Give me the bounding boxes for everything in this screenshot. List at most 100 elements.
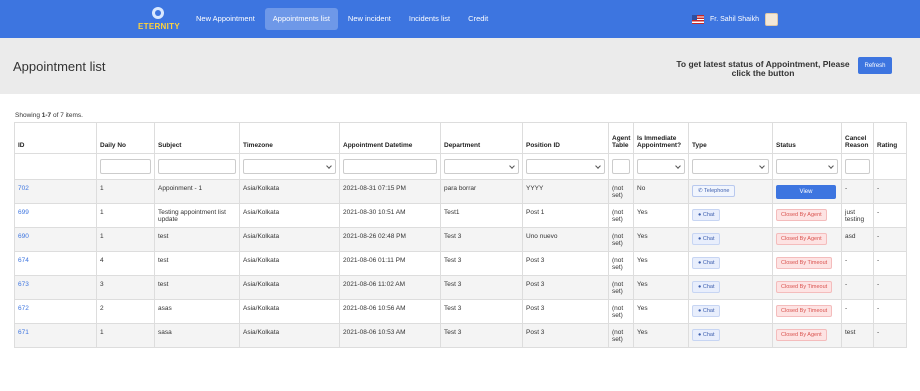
department-filter-select[interactable] <box>444 159 519 174</box>
type-cell: ✆ Telephone <box>688 179 773 204</box>
immediate-cell: Yes <box>633 203 689 228</box>
refresh-button[interactable]: Refresh <box>858 57 892 74</box>
col-id[interactable]: ID <box>14 122 97 154</box>
immediate-cell: Yes <box>633 299 689 324</box>
cancel-reason-cell: - <box>841 179 874 204</box>
filter-cell-cancel-reason <box>841 153 874 180</box>
subject-cell: Testing appointment list update <box>154 203 240 228</box>
filter-cell-position <box>522 153 609 180</box>
datetime-filter-input[interactable] <box>343 159 437 174</box>
subject-cell: asas <box>154 299 240 324</box>
timezone-cell: Asia/Kolkata <box>239 299 340 324</box>
filter-cell-datetime <box>339 153 441 180</box>
timezone-filter-select[interactable] <box>243 159 336 174</box>
datetime-cell: 2021-08-06 11:02 AM <box>339 275 441 300</box>
daily-no-filter-input[interactable] <box>100 159 151 174</box>
appointment-id-link[interactable]: 672 <box>18 305 29 312</box>
filter-cell-type <box>688 153 773 180</box>
status-badge: Closed By Timeout <box>776 257 833 269</box>
immediate-filter-select[interactable] <box>637 159 685 174</box>
department-cell: Test 3 <box>440 299 523 324</box>
col-position-id[interactable]: Position ID <box>522 122 609 154</box>
filter-cell-agent <box>608 153 634 180</box>
position-cell: Post 3 <box>522 275 609 300</box>
status-filter-select[interactable] <box>776 159 838 174</box>
status-cell: Closed By Agent <box>772 227 842 252</box>
appointment-id-link[interactable]: 690 <box>18 233 29 240</box>
cancel-reason-cell: test <box>841 323 874 348</box>
datetime-cell: 2021-08-31 07:15 PM <box>339 179 441 204</box>
filter-cell-id <box>14 153 97 180</box>
id-cell: 690 <box>14 227 97 252</box>
col-cancel-reason[interactable]: Cancel Reason <box>841 122 874 154</box>
type-label: Telephone <box>704 188 730 194</box>
cancel-reason-cell: just testing <box>841 203 874 228</box>
nav-new-appointment[interactable]: New Appointment <box>188 8 263 30</box>
col-subject[interactable]: Subject <box>154 122 240 154</box>
appointment-id-link[interactable]: 699 <box>18 209 29 216</box>
rating-cell: - <box>873 203 907 228</box>
appointment-id-link[interactable]: 673 <box>18 281 29 288</box>
type-badge: ● Chat <box>692 233 721 245</box>
agent-filter-input[interactable] <box>612 159 630 174</box>
summary-range: 1-7 <box>41 112 52 119</box>
appointment-id-link[interactable]: 674 <box>18 257 29 264</box>
daily-no-cell: 4 <box>96 251 155 276</box>
department-cell: Test 3 <box>440 275 523 300</box>
department-cell: Test 3 <box>440 251 523 276</box>
col-type[interactable]: Type <box>688 122 773 154</box>
rating-cell: - <box>873 251 907 276</box>
page-title: Appointment list <box>13 59 106 74</box>
top-navbar: ETERNITY New Appointment Appointments li… <box>0 0 920 38</box>
col-department[interactable]: Department <box>440 122 523 154</box>
chat-bubble-icon: ● <box>698 260 702 266</box>
nav-appointments-list[interactable]: Appointments list <box>264 8 338 30</box>
agent-cell: (not set) <box>608 251 634 276</box>
department-cell: para borrar <box>440 179 523 204</box>
cancel-reason-filter-input[interactable] <box>845 159 870 174</box>
daily-no-cell: 1 <box>96 203 155 228</box>
department-cell: Test1 <box>440 203 523 228</box>
type-filter-select[interactable] <box>692 159 769 174</box>
appointment-id-link[interactable]: 702 <box>18 185 29 192</box>
nav-incidents-list[interactable]: Incidents list <box>401 8 458 30</box>
datetime-cell: 2021-08-30 10:51 AM <box>339 203 441 228</box>
col-timezone[interactable]: Timezone <box>239 122 340 154</box>
type-label: Chat <box>702 260 715 266</box>
cancel-reason-cell: - <box>841 299 874 324</box>
filter-row <box>14 153 907 180</box>
table-row: 672 2 asas Asia/Kolkata 2021-08-06 10:56… <box>14 299 907 324</box>
position-filter-select[interactable] <box>526 159 605 174</box>
nav-new-incident[interactable]: New incident <box>340 8 399 30</box>
col-appointment-datetime[interactable]: Appointment Datetime <box>339 122 441 154</box>
user-menu[interactable]: Fr. Sahil Shaikh <box>691 13 778 26</box>
us-flag-icon[interactable] <box>691 15 704 24</box>
nav-credit[interactable]: Credit <box>460 8 496 30</box>
chat-bubble-icon: ● <box>698 332 702 338</box>
agent-cell: (not set) <box>608 227 634 252</box>
brand-logo[interactable]: ETERNITY <box>138 6 180 34</box>
status-cell: Closed By Timeout <box>772 251 842 276</box>
subject-cell: sasa <box>154 323 240 348</box>
filter-cell-status <box>772 153 842 180</box>
daily-no-cell: 2 <box>96 299 155 324</box>
view-button[interactable]: View <box>776 185 836 199</box>
col-agent-table[interactable]: Agent Table <box>608 122 634 154</box>
refresh-message: To get latest status of Appointment, Ple… <box>676 59 850 78</box>
col-status[interactable]: Status <box>772 122 842 154</box>
status-cell: Closed By Agent <box>772 203 842 228</box>
col-rating[interactable]: Rating <box>873 122 907 154</box>
subject-filter-input[interactable] <box>158 159 236 174</box>
chat-bubble-icon: ● <box>698 236 702 242</box>
results-summary: Showing 1-7 of 7 items. <box>15 112 83 119</box>
table-row: 699 1 Testing appointment list update As… <box>14 203 907 228</box>
user-name[interactable]: Fr. Sahil Shaikh <box>710 16 759 23</box>
avatar[interactable] <box>765 13 778 26</box>
type-label: Chat <box>702 212 715 218</box>
appointment-id-link[interactable]: 671 <box>18 329 29 336</box>
col-is-immediate[interactable]: Is Immediate Appointment? <box>633 122 689 154</box>
timezone-cell: Asia/Kolkata <box>239 203 340 228</box>
col-daily-no[interactable]: Daily No <box>96 122 155 154</box>
type-badge: ✆ Telephone <box>692 185 736 197</box>
timezone-cell: Asia/Kolkata <box>239 179 340 204</box>
